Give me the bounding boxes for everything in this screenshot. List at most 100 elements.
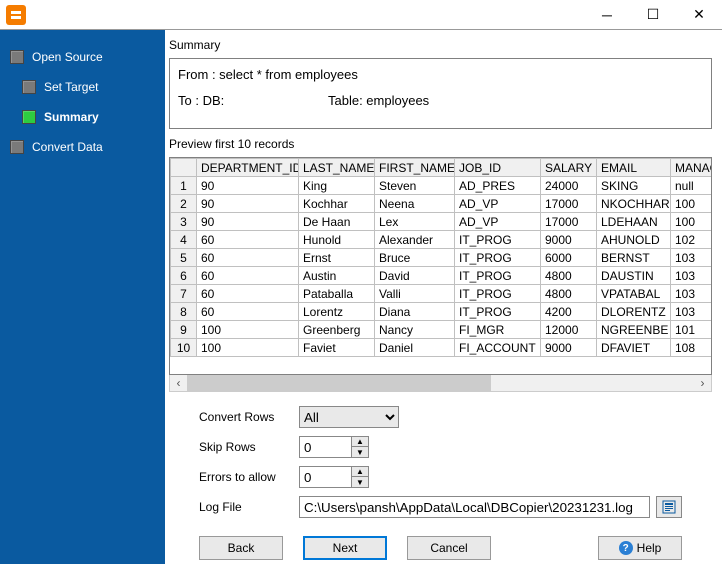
skip-rows-input[interactable] <box>299 436 351 458</box>
table-row[interactable]: 860LorentzDianaIT_PROG4200DLORENTZ103 <box>171 303 713 321</box>
logfile-browse-button[interactable] <box>656 496 682 518</box>
table-cell: 60 <box>197 231 299 249</box>
table-cell: Pataballa <box>299 285 375 303</box>
cancel-button[interactable]: Cancel <box>407 536 491 560</box>
column-header[interactable]: SALARY <box>541 159 597 177</box>
preview-hscrollbar[interactable]: ‹ › <box>169 375 712 392</box>
table-cell: 103 <box>671 285 713 303</box>
table-row[interactable]: 660AustinDavidIT_PROG4800DAUSTIN103 <box>171 267 713 285</box>
wizard-sidebar: Open Source Set Target Summary Convert D… <box>0 30 165 564</box>
table-cell: Daniel <box>375 339 455 357</box>
table-cell: 9000 <box>541 231 597 249</box>
table-cell: 103 <box>671 303 713 321</box>
table-cell: 4800 <box>541 267 597 285</box>
spin-up-icon[interactable]: ▲ <box>352 437 368 447</box>
nav-open-source[interactable]: Open Source <box>10 42 165 72</box>
table-cell: 60 <box>197 249 299 267</box>
summary-heading: Summary <box>169 38 712 52</box>
row-number-cell: 9 <box>171 321 197 339</box>
table-row[interactable]: 9100GreenbergNancyFI_MGR12000NGREENBE101 <box>171 321 713 339</box>
table-cell: Alexander <box>375 231 455 249</box>
column-rownum <box>171 159 197 177</box>
row-number-cell: 6 <box>171 267 197 285</box>
logfile-label: Log File <box>199 500 299 514</box>
table-row[interactable]: 560ErnstBruceIT_PROG6000BERNST103 <box>171 249 713 267</box>
nav-summary[interactable]: Summary <box>22 102 165 132</box>
table-cell: Valli <box>375 285 455 303</box>
scroll-right-icon[interactable]: › <box>694 375 711 391</box>
step-box-icon <box>22 110 36 124</box>
logfile-input[interactable] <box>299 496 650 518</box>
table-row[interactable]: 290KochharNeenaAD_VP17000NKOCHHAR100 <box>171 195 713 213</box>
step-box-icon <box>10 140 24 154</box>
spin-down-icon[interactable]: ▼ <box>352 477 368 487</box>
table-cell: 101 <box>671 321 713 339</box>
table-cell: 17000 <box>541 213 597 231</box>
titlebar: ─ ☐ ✕ <box>0 0 722 30</box>
help-icon: ? <box>619 541 633 555</box>
errors-input[interactable] <box>299 466 351 488</box>
table-cell: King <box>299 177 375 195</box>
column-header[interactable]: DEPARTMENT_ID <box>197 159 299 177</box>
row-number-cell: 2 <box>171 195 197 213</box>
table-cell: De Haan <box>299 213 375 231</box>
column-header[interactable]: JOB_ID <box>455 159 541 177</box>
row-number-cell: 10 <box>171 339 197 357</box>
table-cell: 60 <box>197 303 299 321</box>
table-row[interactable]: 10100FavietDanielFI_ACCOUNT9000DFAVIET10… <box>171 339 713 357</box>
convert-rows-select[interactable]: All <box>299 406 399 428</box>
summary-to-db: To : DB: <box>178 91 328 111</box>
table-cell: Lorentz <box>299 303 375 321</box>
table-cell: 4800 <box>541 285 597 303</box>
step-box-icon <box>10 50 24 64</box>
column-header[interactable]: LAST_NAME <box>299 159 375 177</box>
summary-box: From : select * from employees To : DB: … <box>169 58 712 129</box>
window-close-button[interactable]: ✕ <box>676 0 722 30</box>
table-cell: 4200 <box>541 303 597 321</box>
table-cell: 24000 <box>541 177 597 195</box>
back-button[interactable]: Back <box>199 536 283 560</box>
column-header[interactable]: FIRST_NAME <box>375 159 455 177</box>
window-minimize-button[interactable]: ─ <box>584 0 630 30</box>
table-cell: Diana <box>375 303 455 321</box>
scroll-left-icon[interactable]: ‹ <box>170 375 187 391</box>
summary-to-table: Table: employees <box>328 91 429 111</box>
table-cell: Steven <box>375 177 455 195</box>
nav-label: Convert Data <box>32 140 103 154</box>
table-cell: NGREENBE <box>597 321 671 339</box>
window-maximize-button[interactable]: ☐ <box>630 0 676 30</box>
spin-down-icon[interactable]: ▼ <box>352 447 368 457</box>
step-box-icon <box>22 80 36 94</box>
nav-set-target[interactable]: Set Target <box>22 72 165 102</box>
table-cell: AD_VP <box>455 213 541 231</box>
table-row[interactable]: 390De HaanLexAD_VP17000LDEHAAN100 <box>171 213 713 231</box>
table-cell: 100 <box>197 321 299 339</box>
column-header[interactable]: MANAG <box>671 159 713 177</box>
table-cell: Hunold <box>299 231 375 249</box>
table-cell: IT_PROG <box>455 285 541 303</box>
table-cell: FI_ACCOUNT <box>455 339 541 357</box>
table-row[interactable]: 190KingStevenAD_PRES24000SKINGnull <box>171 177 713 195</box>
table-cell: AD_VP <box>455 195 541 213</box>
nav-convert-data[interactable]: Convert Data <box>10 132 165 162</box>
table-cell: 90 <box>197 195 299 213</box>
table-cell: Greenberg <box>299 321 375 339</box>
help-button[interactable]: ? Help <box>598 536 682 560</box>
table-cell: 100 <box>197 339 299 357</box>
table-cell: DLORENTZ <box>597 303 671 321</box>
table-cell: BERNST <box>597 249 671 267</box>
table-row[interactable]: 460HunoldAlexanderIT_PROG9000AHUNOLD102 <box>171 231 713 249</box>
next-button[interactable]: Next <box>303 536 387 560</box>
table-cell: SKING <box>597 177 671 195</box>
table-cell: AHUNOLD <box>597 231 671 249</box>
table-cell: 6000 <box>541 249 597 267</box>
row-number-cell: 3 <box>171 213 197 231</box>
spin-up-icon[interactable]: ▲ <box>352 467 368 477</box>
table-cell: 9000 <box>541 339 597 357</box>
row-number-cell: 1 <box>171 177 197 195</box>
table-row[interactable]: 760PataballaValliIT_PROG4800VPATABAL103 <box>171 285 713 303</box>
table-cell: 90 <box>197 177 299 195</box>
column-header[interactable]: EMAIL <box>597 159 671 177</box>
table-cell: David <box>375 267 455 285</box>
table-cell: 100 <box>671 195 713 213</box>
